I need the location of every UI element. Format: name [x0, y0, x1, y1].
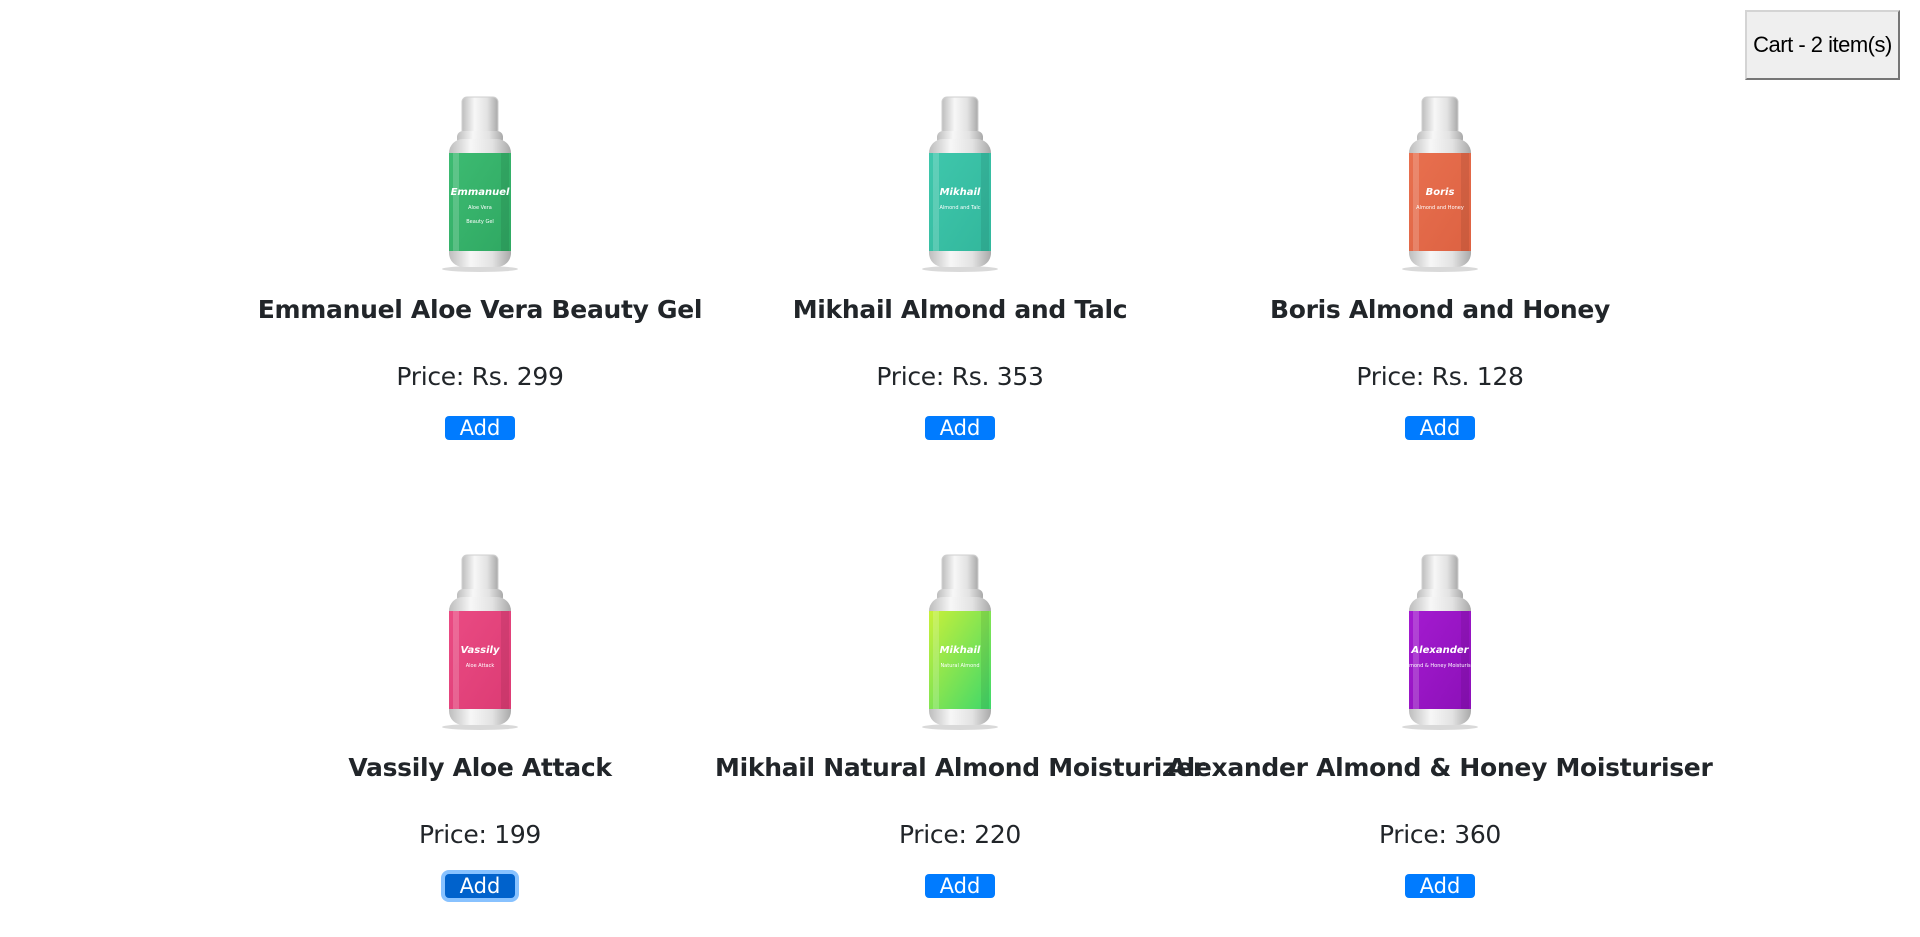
bottle-icon: Vassily Aloe Attack — [442, 554, 518, 730]
bottle-label-text: Natural Almond — [940, 663, 979, 669]
product-price: Price: Rs. 353 — [876, 362, 1044, 391]
cart-button[interactable]: Cart - 2 item(s) — [1745, 10, 1900, 80]
product-title: Alexander Almond & Honey Moisturiser — [1167, 753, 1713, 782]
product-price: Price: Rs. 299 — [396, 362, 564, 391]
shop-page: Cart - 2 item(s) Emmanuel Aloe Vera Beauty… — [0, 0, 1920, 937]
product-image: Boris Almond and Honey — [1395, 95, 1485, 275]
product-image: Mikhail Natural Almond — [915, 553, 1005, 733]
product-title: Vassily Aloe Attack — [348, 753, 612, 782]
product-card: Alexander Almond & Honey Moisturiser Alex… — [1168, 458, 1713, 898]
product-card: Vassily Aloe Attack Vassily Aloe Attack P… — [240, 458, 720, 898]
product-image: Alexander Almond & Honey Moisturiser — [1395, 553, 1485, 733]
product-title: Mikhail Almond and Talc — [792, 295, 1128, 324]
product-image: Mikhail Almond and Talc — [915, 95, 1005, 275]
bottle-label-text: Almond & Honey Moisturiser — [1404, 663, 1476, 669]
product-card: Boris Almond and Honey Boris Almond and H… — [1200, 0, 1680, 440]
bottle-label-text: Mikhail — [940, 645, 981, 656]
bottle-icon: Mikhail Almond and Talc — [922, 96, 998, 272]
product-card: Emmanuel Aloe Vera Beauty Gel Emmanuel Alo… — [240, 0, 720, 440]
product-card: Mikhail Almond and Talc Mikhail Almond an… — [720, 0, 1200, 440]
product-price: Price: 360 — [1378, 820, 1502, 849]
bottle-label-text: Emmanuel — [451, 187, 510, 198]
add-to-cart-button[interactable]: Add — [925, 874, 995, 898]
product-image: Emmanuel Aloe Vera Beauty Gel — [435, 95, 525, 275]
bottle-icon: Alexander Almond & Honey Moisturiser — [1402, 554, 1478, 730]
add-to-cart-button[interactable]: Add — [1405, 416, 1475, 440]
add-to-cart-button[interactable]: Add — [445, 416, 515, 440]
add-to-cart-button[interactable]: Add — [445, 874, 515, 898]
product-image: Vassily Aloe Attack — [435, 553, 525, 733]
product-card: Mikhail Natural Almond Mikhail Natural Al… — [715, 458, 1205, 898]
product-price: Price: Rs. 128 — [1356, 362, 1524, 391]
product-title: Mikhail Natural Almond Moisturizer — [715, 753, 1205, 782]
bottle-label-text: Aloe Vera — [468, 205, 492, 211]
bottle-label-text: Almond and Honey — [1416, 205, 1464, 211]
bottle-label-text: Boris — [1426, 187, 1455, 198]
product-title: Boris Almond and Honey — [1269, 295, 1611, 324]
product-price: Price: 199 — [418, 820, 542, 849]
bottle-label-text: Mikhail — [940, 187, 981, 198]
bottle-label-text: Alexander — [1410, 645, 1469, 656]
bottle-label-text: Beauty Gel — [466, 219, 494, 225]
add-to-cart-button[interactable]: Add — [1405, 874, 1475, 898]
bottle-icon: Boris Almond and Honey — [1402, 96, 1478, 272]
add-to-cart-button[interactable]: Add — [925, 416, 995, 440]
product-grid: Emmanuel Aloe Vera Beauty Gel Emmanuel Alo… — [240, 0, 1713, 937]
bottle-label-text: Aloe Attack — [466, 663, 495, 669]
bottle-label-text: Vassily — [461, 645, 500, 656]
bottle-label-text: Almond and Talc — [939, 205, 980, 211]
bottle-icon: Emmanuel Aloe Vera Beauty Gel — [442, 96, 518, 272]
product-title: Emmanuel Aloe Vera Beauty Gel — [257, 295, 703, 324]
product-price: Price: 220 — [898, 820, 1022, 849]
bottle-icon: Mikhail Natural Almond — [922, 554, 998, 730]
